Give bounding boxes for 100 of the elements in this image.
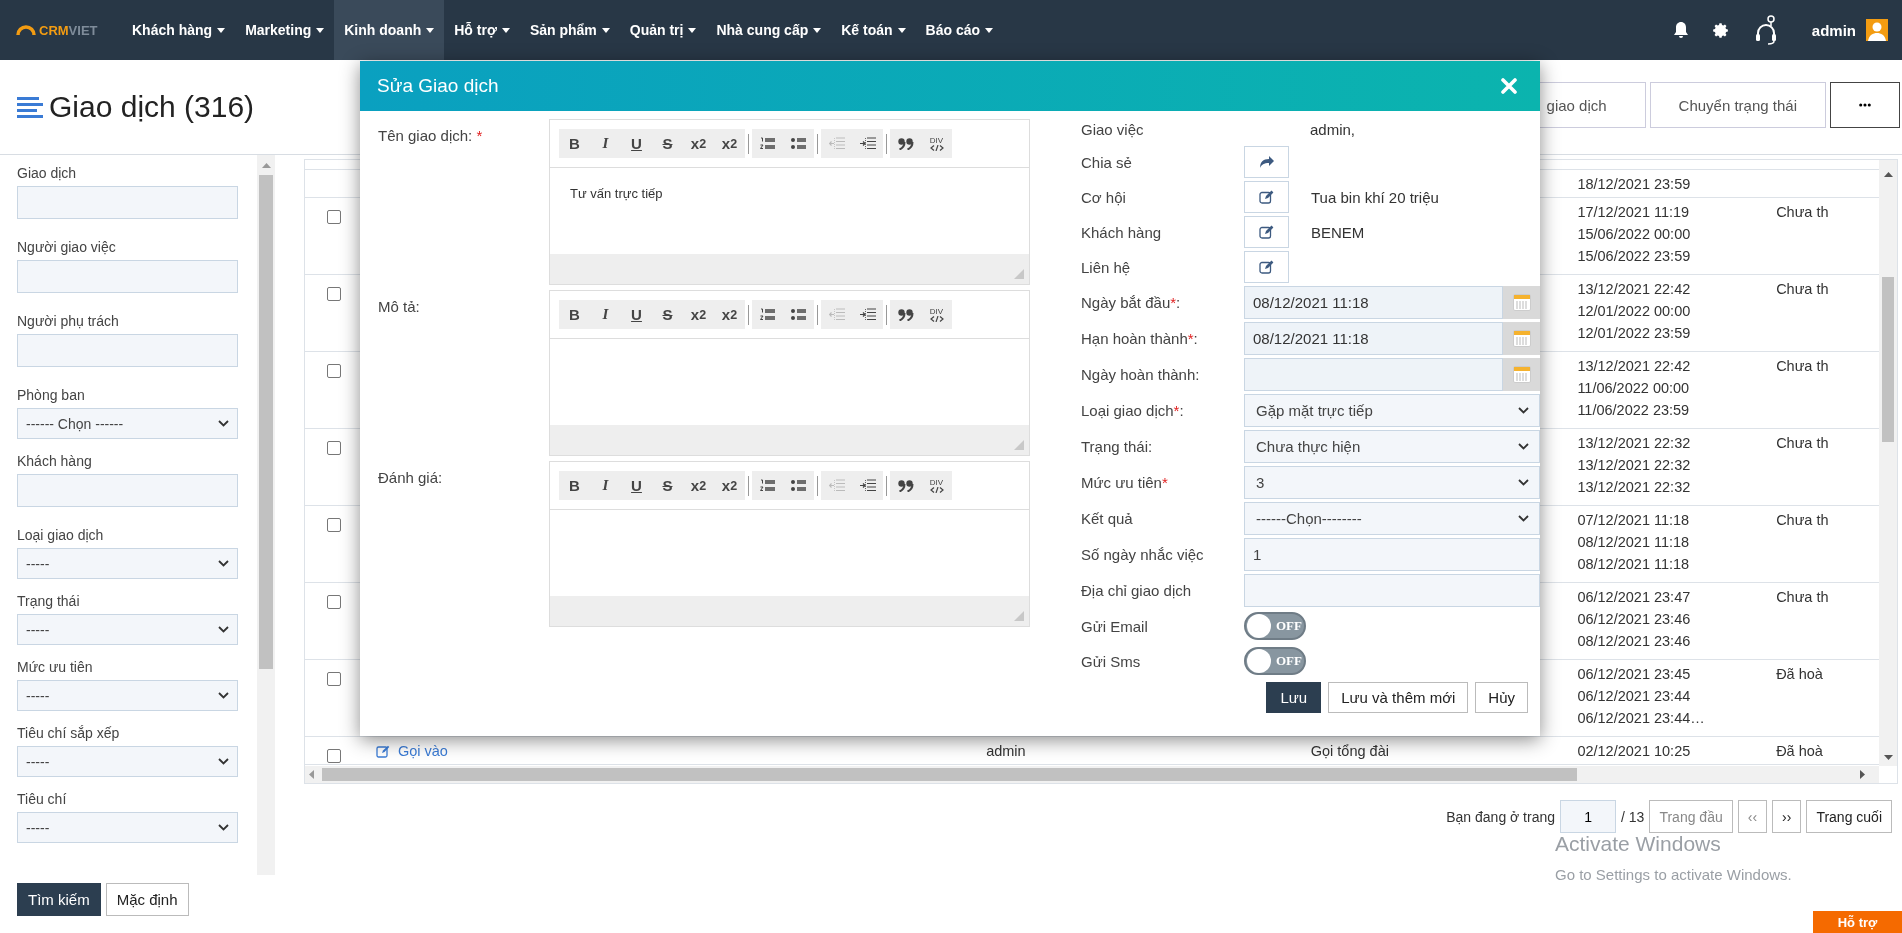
menu-item[interactable]: Quản trị [619,0,707,60]
date-field[interactable]: 08/12/2021 11:18 [1244,286,1503,319]
menu-item[interactable]: Kinh doanh [334,0,445,60]
underline-button[interactable]: U [621,129,652,158]
scrollbar[interactable] [257,155,275,875]
strike-button[interactable]: S [652,129,683,158]
row-checkbox[interactable] [327,210,341,224]
resize-grip-icon[interactable] [1014,611,1024,621]
pagination-button[interactable]: Trang cuối [1806,800,1892,833]
user-name[interactable]: admin [1811,21,1856,39]
edit-icon[interactable] [375,745,390,758]
date-cell-text: 06/12/2021 23:46 [1577,610,1692,629]
field-label: Loại giao dịch*: [1081,402,1185,419]
filter-field[interactable] [17,474,238,507]
scroll-up-icon[interactable] [1883,172,1893,177]
resize-grip-icon[interactable] [1014,269,1024,279]
filter-dropdown[interactable]: ----- [17,812,238,843]
scrollbar-thumb[interactable] [1882,277,1894,442]
row-checkbox[interactable] [327,287,341,301]
dialog-button[interactable]: Lưu và thêm mới [1328,682,1469,713]
edit-button[interactable] [1244,216,1289,248]
edit-button[interactable] [1244,251,1289,283]
scroll-left-icon[interactable] [309,770,314,779]
code-icon [929,144,944,151]
calendar-icon [1512,330,1531,347]
search-button[interactable]: Tìm kiếm [17,883,101,916]
page-title: Giao dịch (316) [49,90,255,124]
scrollbar-thumb[interactable] [259,175,273,669]
dialog-button[interactable]: Hủy [1475,682,1528,713]
filter-dropdown[interactable]: ----- [17,548,238,579]
filter-dropdown[interactable]: ----- [17,614,238,645]
menu-item[interactable]: Khách hàng [122,0,236,60]
action-button[interactable]: Chuyển trạng thái [1649,82,1826,128]
logo-icon[interactable] [16,25,36,35]
close-icon[interactable] [1501,78,1517,94]
row-checkbox[interactable] [327,595,341,609]
bold-button[interactable]: B [559,300,590,329]
underline-button[interactable]: U [621,300,652,329]
headset-icon[interactable] [1753,15,1778,45]
row-checkbox[interactable] [327,441,341,455]
date-field[interactable] [1244,358,1503,391]
transaction-link[interactable]: Gọi vào [397,740,448,762]
status-cell: Chưa th [1776,435,1829,451]
dropdown[interactable]: Chưa thực hiện [1244,430,1540,463]
logo[interactable]: CRMVIET [39,22,98,38]
filter-dropdown[interactable]: ----- [17,746,238,777]
italic-button[interactable]: I [590,129,621,158]
scroll-right-icon[interactable] [1860,770,1865,779]
dropdown[interactable]: ------Chọn-------- [1244,502,1540,535]
save-button[interactable]: Lưu [1266,682,1322,713]
pagination-button[interactable]: ‹‹ [1737,800,1768,833]
bold-button[interactable]: B [559,129,590,158]
strike-button[interactable]: S [652,300,683,329]
menu-item[interactable]: Báo cáo [915,0,1004,60]
settings-icon[interactable] [1712,21,1730,39]
date-cell-text: 06/12/2021 23:44… [1577,709,1706,728]
filter-field[interactable] [17,334,238,367]
filter-dropdown[interactable]: ------ Chọn ------ [17,408,238,439]
underline-button[interactable]: U [621,471,652,500]
menu-item[interactable]: Marketing [235,0,335,60]
resize-grip-icon[interactable] [1014,440,1024,450]
pagination-button[interactable]: ›› [1772,800,1802,833]
calendar-icon [1512,294,1531,311]
field-label: Ngày hoàn thành: [1081,366,1201,383]
status-cell: Chưa th [1776,204,1829,220]
row-checkbox[interactable] [327,364,341,378]
dropdown[interactable]: 3 [1244,466,1540,499]
edit-button[interactable] [1244,181,1289,213]
filter-field[interactable] [17,260,238,293]
page-input[interactable]: 1 [1560,800,1617,833]
row-checkbox[interactable] [327,749,341,763]
pagination-label: Bạn đang ở trang [1446,808,1556,825]
reset-button[interactable]: Mặc định [105,883,189,916]
dialog-title: Sửa Giao dịch [377,75,499,97]
scrollbar[interactable] [1879,160,1897,766]
filter-dropdown[interactable]: ----- [17,680,238,711]
scroll-down-icon[interactable] [1883,755,1893,760]
input-field[interactable]: 1 [1244,538,1540,571]
filter-field[interactable] [17,186,238,219]
scrollbar-thumb[interactable] [322,768,1577,781]
scrollbar[interactable] [305,766,1879,783]
share-button[interactable] [1244,146,1289,178]
menu-item[interactable]: Nhà cung cấp [706,0,832,60]
italic-button[interactable]: I [590,300,621,329]
italic-button[interactable]: I [590,471,621,500]
more-button[interactable] [1830,82,1900,128]
pagination-button[interactable]: Trang đầu [1649,800,1733,833]
input-field[interactable] [1244,574,1540,607]
date-field[interactable]: 08/12/2021 11:18 [1244,322,1503,355]
caret-icon [985,27,994,33]
strike-button[interactable]: S [652,471,683,500]
menu-item[interactable]: Kế toán [831,0,916,60]
menu-item[interactable]: Sản phẩm [519,0,620,60]
row-checkbox[interactable] [327,518,341,532]
row-checkbox[interactable] [327,672,341,686]
bell-icon[interactable] [1672,21,1689,39]
menu-item[interactable]: Hỗ trợ [444,0,520,60]
field-label: Cơ hội [1081,188,1127,206]
bold-button[interactable]: B [559,471,590,500]
dropdown[interactable]: Gặp mặt trực tiếp [1244,394,1540,427]
